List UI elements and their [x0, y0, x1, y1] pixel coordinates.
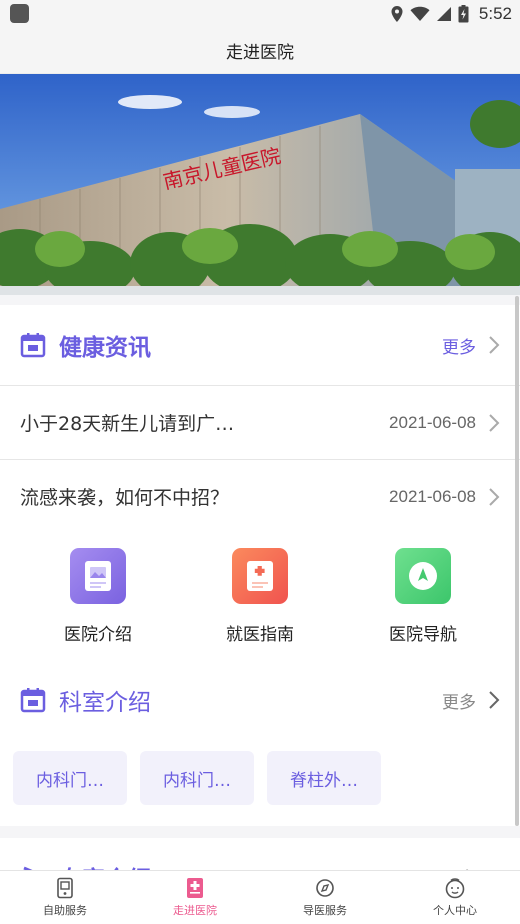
chevron-right-icon[interactable]	[488, 335, 500, 355]
department-tag[interactable]: 内科门…	[13, 751, 127, 805]
page-title: 走进医院	[226, 43, 294, 63]
tab-self-service[interactable]: 自助服务	[0, 871, 130, 924]
section-divider	[0, 826, 520, 838]
title-bar: 走进医院	[0, 28, 520, 74]
health-news-more-link[interactable]: 更多	[442, 333, 476, 358]
chevron-right-icon[interactable]	[488, 690, 500, 710]
hospital-navigation-label: 医院导航	[389, 625, 457, 645]
news-title: 流感来袭，如何不中招？	[20, 487, 230, 509]
battery-icon	[458, 5, 469, 23]
compass-icon	[316, 879, 334, 897]
self-service-icon	[57, 877, 73, 899]
tab-label: 走进医院	[173, 904, 217, 917]
chevron-right-icon	[489, 413, 500, 432]
tab-label: 个人中心	[433, 904, 477, 917]
news-list-item[interactable]: 小于28天新生儿请到广… 2021-06-08	[0, 385, 520, 459]
hospital-building-photo: 南京儿童医院	[0, 74, 520, 295]
hospital-banner-image[interactable]: 南京儿童医院	[0, 74, 520, 295]
app-notification-icon	[10, 4, 29, 23]
calendar-icon	[20, 688, 46, 713]
departments-more-link[interactable]: 更多	[442, 688, 476, 713]
tab-hospital[interactable]: 走进医院	[130, 871, 260, 924]
status-time: 5:52	[478, 4, 512, 23]
hospital-intro-label: 医院介绍	[64, 625, 132, 645]
tab-label: 导医服务	[303, 904, 347, 917]
news-date: 2021-06-08	[389, 486, 476, 506]
health-news-title: 健康资讯	[59, 335, 151, 361]
tab-personal-center[interactable]: 个人中心	[390, 871, 520, 924]
medical-guide-label: 就医指南	[226, 625, 294, 645]
health-news-header[interactable]: 健康资讯 更多	[0, 305, 520, 385]
medical-guide-button[interactable]: 就医指南	[200, 548, 320, 648]
department-tag[interactable]: 脊柱外…	[267, 751, 381, 805]
chevron-right-icon	[489, 487, 500, 506]
department-tag[interactable]: 内科门…	[140, 751, 254, 805]
location-icon	[391, 6, 403, 22]
calendar-icon	[20, 333, 46, 358]
department-tag-list: 内科门… 内科门… 脊柱外…	[13, 751, 381, 805]
signal-icon	[436, 7, 451, 21]
medical-guide-icon	[232, 548, 288, 604]
experts-title: 专家介绍	[59, 860, 151, 870]
hospital-intro-icon	[70, 548, 126, 604]
navigation-icon	[395, 548, 451, 604]
news-list-item[interactable]: 流感来袭，如何不中招？ 2021-06-08	[0, 459, 520, 533]
hospital-icon	[187, 878, 203, 898]
scrollbar[interactable]	[515, 296, 519, 826]
tab-guide-service[interactable]: 导医服务	[260, 871, 390, 924]
person-icon	[445, 878, 465, 899]
news-date: 2021-06-08	[389, 412, 476, 432]
departments-title: 科室介绍	[59, 690, 151, 716]
wifi-icon	[410, 6, 430, 21]
tab-label: 自助服务	[43, 904, 87, 917]
departments-header[interactable]: 科室介绍 更多	[0, 660, 520, 740]
hospital-intro-button[interactable]: 医院介绍	[38, 548, 158, 648]
hospital-navigation-button[interactable]: 医院导航	[363, 548, 483, 648]
status-bar: 5:52	[0, 0, 520, 28]
news-title: 小于28天新生儿请到广…	[20, 413, 235, 435]
section-divider	[0, 295, 520, 305]
bottom-tab-bar: 自助服务 走进医院 导医服务 个人中心	[0, 870, 520, 924]
experts-header[interactable]: 专家介绍 更多	[0, 838, 520, 870]
